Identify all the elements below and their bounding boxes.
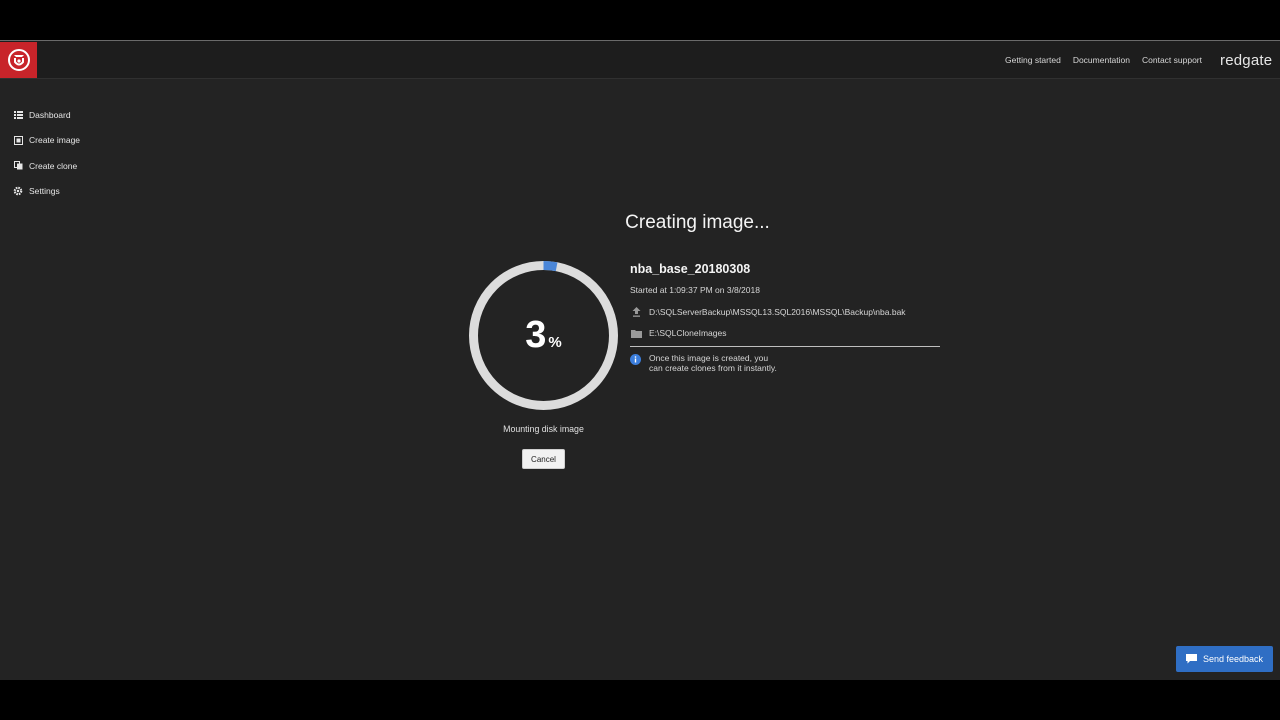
gear-icon [13,186,23,196]
source-row: D:\SQLServerBackup\MSSQL13.SQL2016\MSSQL… [630,306,940,318]
send-feedback-button[interactable]: Send feedback [1176,646,1273,672]
cancel-button[interactable]: Cancel [522,449,565,469]
sidebar-item-create-image[interactable]: Create image [0,128,160,154]
details-divider [630,346,940,347]
send-feedback-label: Send feedback [1202,654,1264,664]
image-details: nba_base_20180308 Started at 1:09:37 PM … [630,262,940,373]
contact-support-link[interactable]: Contact support [1142,55,1202,65]
sidebar-item-dashboard[interactable]: Dashboard [0,102,160,128]
letterbox-bottom [0,680,1280,720]
sidebar: Dashboard Create image Create clone Sett… [0,102,160,204]
info-text-line2: can create clones from it instantly. [649,363,777,373]
sidebar-item-label: Create clone [29,160,78,171]
progress-status: Mounting disk image [503,424,584,434]
folder-icon [630,327,642,339]
chat-icon [1185,654,1197,664]
brand-logo[interactable]: redgate [1220,52,1280,69]
sqlclone-logo-icon [7,49,30,71]
destination-row: E:\SQLCloneImages [630,327,940,339]
documentation-link[interactable]: Documentation [1073,55,1130,65]
sidebar-item-settings[interactable]: Settings [0,179,160,205]
image-name: nba_base_20180308 [630,262,751,276]
list-icon [13,110,23,120]
image-icon [13,135,23,145]
started-timestamp: Started at 1:09:37 PM on 3/8/2018 [630,285,760,295]
progress-value: 3 [525,314,547,356]
letterbox-top [0,0,1280,40]
page-title: Creating image... [625,212,770,233]
app-logo[interactable] [0,42,37,78]
progress-ring: 3 % [467,259,620,412]
info-icon [630,354,642,366]
header-links: Getting started Documentation Contact su… [1005,41,1280,79]
upload-icon [630,306,642,318]
progress-unit: % [548,334,562,351]
info-text-line1: Once this image is created, you [649,353,769,363]
sidebar-item-label: Create image [29,135,81,146]
info-message: Once this image is created, you can crea… [630,353,940,373]
progress-percentage: 3 % [467,259,620,412]
sidebar-item-label: Dashboard [29,109,71,120]
top-bar: Getting started Documentation Contact su… [0,40,1280,79]
copy-icon [13,161,23,171]
source-path: D:\SQLServerBackup\MSSQL13.SQL2016\MSSQL… [649,307,906,317]
app-window: Getting started Documentation Contact su… [0,40,1280,680]
sidebar-item-label: Settings [29,186,60,197]
sidebar-item-create-clone[interactable]: Create clone [0,153,160,179]
destination-path: E:\SQLCloneImages [649,328,727,338]
getting-started-link[interactable]: Getting started [1005,55,1061,65]
